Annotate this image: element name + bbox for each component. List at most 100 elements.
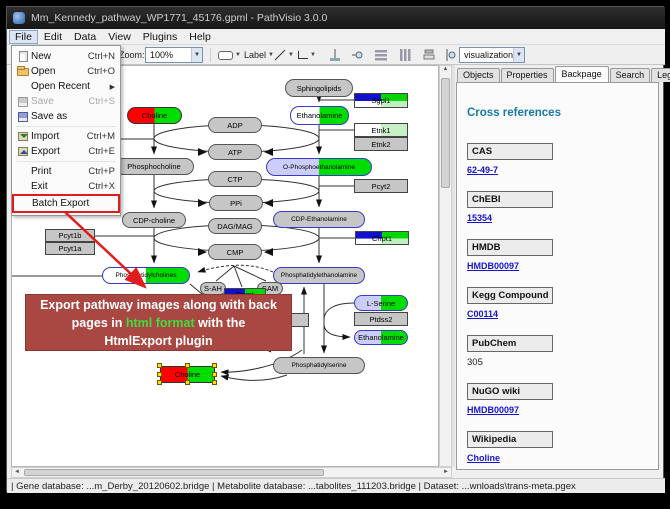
file-menu-item-import[interactable]: ImportCtrl+M [13,129,119,144]
pathway-node-etnk1[interactable]: Etnk1 [354,123,408,137]
menu-separator [16,161,116,162]
scroll-right-icon[interactable]: ► [443,468,449,477]
pathway-node-cmp[interactable]: CMP [208,244,262,260]
save-as-icon [15,112,31,122]
backpage-panel: Cross references CAS 62-49-7 ChEBI 15354… [456,82,659,470]
selection-handle[interactable] [185,380,190,385]
xref-section-kegg: Kegg Compound C00114 [467,287,658,322]
xref-source: NuGO wiki [467,383,553,400]
pathway-node-ethanolamine[interactable]: Ethanolamine [354,330,408,345]
distribute-horizontal-button[interactable] [371,47,391,63]
selection-handle[interactable] [157,363,162,368]
pathway-node-pcyt1a[interactable]: Pcyt1a [45,242,95,255]
selection-handle[interactable] [212,380,217,385]
file-menu: NewCtrl+N OpenCtrl+O Open Recent▶ SaveCt… [11,45,121,216]
pathway-node-adp[interactable]: ADP [208,117,262,133]
scroll-left-icon[interactable]: ◄ [14,468,20,477]
chevron-down-icon[interactable]: ▼ [191,48,202,62]
pathway-node-ctp[interactable]: CTP [208,171,262,187]
file-menu-item-print[interactable]: PrintCtrl+P [13,164,119,179]
pathway-node-pcyt1b[interactable]: Pcyt1b [45,229,95,242]
visualization-combobox[interactable]: visualization ▼ [459,47,525,63]
menu-file[interactable]: File [9,30,38,44]
pathway-node-atp[interactable]: ATP [208,144,262,160]
xref-link[interactable]: HMDB00097 [467,261,519,271]
align-left-icon [444,48,458,62]
zoom-label: Zoom: [119,50,145,60]
selection-handle[interactable] [185,363,190,368]
file-menu-item-export[interactable]: ExportCtrl+E [13,144,119,159]
pathway-node-sphingolipids[interactable]: Sphingolipids [285,79,353,97]
tab-legend[interactable]: Legend [651,68,670,82]
tab-properties[interactable]: Properties [501,68,554,82]
xref-link[interactable]: HMDB00097 [467,405,519,415]
line-tool-button[interactable]: ▼ [271,47,297,63]
xref-link[interactable]: 15354 [467,213,492,223]
pathway-node-pcyt2[interactable]: Pcyt2 [354,179,408,193]
vertical-scroll-thumb[interactable] [441,78,450,188]
pathway-node-cdp-ethanolamine[interactable]: CDP-Ethanolamine [273,211,365,228]
pathway-node-chpt1[interactable]: Chpt1 [355,231,409,245]
selection-handle[interactable] [212,363,217,368]
pathway-node-ptdss2[interactable]: Ptdss2 [354,312,408,326]
selection-handle[interactable] [157,372,162,377]
chevron-down-icon[interactable]: ▼ [513,48,524,62]
stack-button[interactable] [419,47,439,63]
file-menu-item-batch-export[interactable]: Batch Export [14,196,118,211]
align-left-button[interactable] [441,47,461,63]
pathway-node-phosphatidylserine[interactable]: Phosphatidylserine [273,357,365,374]
pathway-node-phosphocholine[interactable]: Phosphocholine [114,158,194,175]
chevron-down-icon: ▼ [310,52,316,58]
pathway-node-sgpl1[interactable]: Sgpl1 [354,93,408,108]
export-icon [15,147,31,156]
selection-handle[interactable] [212,372,217,377]
pathway-node-o-phosphoethanolamine[interactable]: O-Phosphoethanolamine [266,158,372,176]
xref-source: Wikipedia [467,431,553,448]
pathway-node-ppi[interactable]: PPi [209,195,263,211]
file-menu-item-open-recent[interactable]: Open Recent▶ [13,79,119,94]
distribute-vertical-button[interactable] [395,47,415,63]
tab-objects[interactable]: Objects [457,68,500,82]
file-menu-item-new[interactable]: NewCtrl+N [13,49,119,64]
pathway-node-cdp-choline[interactable]: CDP-choline [122,212,186,228]
annotation-callout: Export pathway images along with back pa… [25,294,292,351]
zoom-combobox[interactable]: 100% ▼ [145,47,203,63]
pathway-node-l-serine[interactable]: L-Serine [354,295,408,311]
horizontal-scrollbar[interactable]: ◄ ► [11,467,452,478]
datanode-tool-button[interactable]: ▼ [215,47,244,63]
selection-handle[interactable] [157,380,162,385]
menu-edit[interactable]: Edit [38,30,68,44]
pathway-node-phosphatidylethanolamine[interactable]: Phosphatidylethanolamine [273,267,365,284]
scroll-up-icon[interactable]: ▲ [443,66,449,72]
menu-view[interactable]: View [102,30,137,44]
window-title: Mm_Kennedy_pathway_WP1771_45176.gpml - P… [31,12,327,24]
file-menu-item-open[interactable]: OpenCtrl+O [13,64,119,79]
pathway-node-dag-mag[interactable]: DAG/MAG [208,218,262,234]
xref-link[interactable]: 62-49-7 [467,165,498,175]
xref-section-chebi: ChEBI 15354 [467,191,658,226]
vertical-scrollbar[interactable]: ▲ [439,65,452,467]
horizontal-scroll-thumb[interactable] [24,469,324,476]
menu-data[interactable]: Data [68,30,102,44]
menu-plugins[interactable]: Plugins [137,30,183,44]
xref-link[interactable]: C00114 [467,309,498,319]
menu-help[interactable]: Help [183,30,217,44]
tab-backpage[interactable]: Backpage [555,66,609,82]
file-menu-item-exit[interactable]: ExitCtrl+X [13,179,119,194]
pathway-node-etnk2[interactable]: Etnk2 [354,137,408,151]
xref-section-nugo: NuGO wiki HMDB00097 [467,383,658,418]
distribute-vertical-icon [398,48,412,62]
tab-search[interactable]: Search [610,68,651,82]
side-panel: Objects Properties Backpage Search Legen… [455,65,661,473]
pathway-node-ethanolamine[interactable]: Ethanolamine [290,106,349,125]
align-middle-icon [350,48,364,62]
file-menu-item-save-as[interactable]: Save as [13,109,119,124]
align-middle-button[interactable] [347,47,367,63]
pathway-node-choline[interactable]: Choline [127,107,182,124]
pathway-node-phosphatidylcholines[interactable]: Phosphatidylcholines [102,267,190,284]
save-icon [15,97,31,107]
connector-tool-button[interactable]: ▼ [295,47,319,63]
file-menu-item-save[interactable]: SaveCtrl+S [13,94,119,109]
xref-link[interactable]: Choline [467,453,500,463]
align-center-button[interactable] [325,47,345,63]
